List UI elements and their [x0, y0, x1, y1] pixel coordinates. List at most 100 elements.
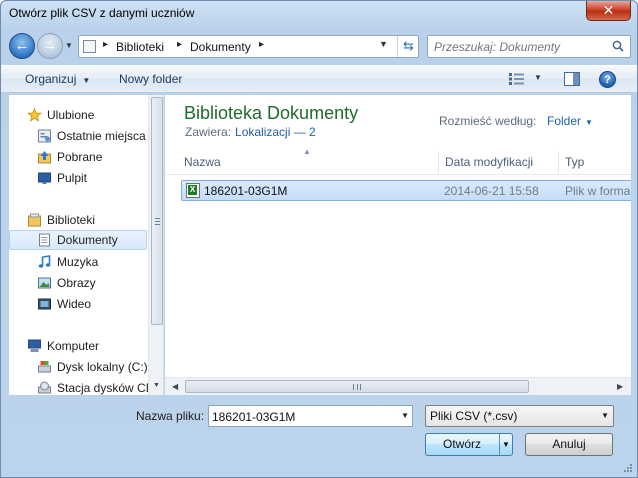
horizontal-scrollbar[interactable]: ◀ ▶	[165, 377, 631, 395]
file-type-filter-select[interactable]: Pliki CSV (*.csv) ▼	[425, 405, 614, 427]
open-button[interactable]: Otwórz ▼	[425, 433, 513, 456]
search-box[interactable]	[427, 35, 631, 58]
view-options-dropdown[interactable]: ▼	[534, 73, 542, 82]
sidebar-item-dokumenty[interactable]: Dokumenty	[9, 230, 147, 250]
grip-icon	[353, 384, 361, 390]
split-divider	[499, 434, 500, 455]
scrollbar-thumb[interactable]	[151, 97, 163, 325]
sidebar-item-stacja-cd[interactable]: Stacja dysków CD	[9, 378, 154, 395]
address-history-dropdown[interactable]: ▼	[379, 39, 388, 49]
back-button[interactable]: ←	[9, 33, 35, 59]
documents-icon	[39, 233, 50, 247]
open-options-dropdown-icon[interactable]: ▼	[502, 434, 510, 455]
pictures-icon	[38, 277, 51, 289]
libraries-icon	[28, 213, 41, 227]
star-icon	[27, 108, 42, 122]
column-divider[interactable]	[438, 151, 439, 173]
chevron-down-icon: ▼	[601, 411, 609, 420]
sidebar-item-komputer[interactable]: Komputer	[9, 336, 147, 356]
breadcrumb-separator-icon[interactable]: ▸	[177, 39, 182, 50]
breadcrumb-separator-icon[interactable]: ▸	[103, 39, 108, 50]
column-header-modified[interactable]: Data modyfikacji	[445, 155, 533, 169]
breadcrumb-biblioteki[interactable]: Biblioteki	[116, 40, 164, 54]
sidebar-item-label: Biblioteki	[47, 213, 96, 227]
change-view-icon[interactable]	[509, 73, 525, 85]
chevron-down-icon[interactable]: ▼	[401, 411, 409, 420]
organize-menu[interactable]: Organizuj ▼	[25, 72, 90, 86]
chevron-down-icon: ▼	[65, 41, 73, 50]
sidebar-item-ostatnie-miejsca[interactable]: Ostatnie miejsca	[9, 126, 147, 146]
help-icon[interactable]: ?	[599, 71, 616, 88]
open-file-dialog: Otwórz plik CSV z danymi uczniów ✕ ← → ▼…	[0, 0, 638, 478]
grip-icon	[155, 218, 160, 225]
locations-link[interactable]: Lokalizacji — 2	[235, 125, 316, 139]
downloads-icon	[38, 151, 51, 164]
sidebar-item-pulpit[interactable]: Pulpit	[9, 168, 147, 188]
local-disk-icon	[38, 361, 51, 373]
scroll-right-arrow-icon[interactable]: ▶	[617, 382, 623, 391]
filename-input[interactable]	[212, 409, 392, 424]
forward-button[interactable]: →	[37, 33, 63, 59]
close-button[interactable]: ✕	[586, 1, 631, 21]
breadcrumb-separator-icon[interactable]: ▸	[259, 39, 264, 50]
refresh-button[interactable]: ⇆	[397, 36, 419, 57]
preview-pane-icon[interactable]	[564, 72, 580, 86]
column-header-type[interactable]: Typ	[565, 155, 584, 169]
sidebar-item-label: Komputer	[47, 339, 100, 353]
new-folder-button[interactable]: Nowy folder	[119, 72, 182, 86]
column-headers: ▲ Nazwa Data modyfikacji Typ	[165, 147, 631, 175]
sidebar-item-label: Dysk lokalny (C:)	[57, 360, 148, 374]
recent-pages-dropdown[interactable]: ▼	[65, 41, 75, 51]
sidebar-item-pobrane[interactable]: Pobrane	[9, 147, 147, 167]
table-row[interactable]: 186201-03G1M 2014-06-21 15:58 Plik w for…	[181, 180, 631, 201]
sidebar-item-label: Obrazy	[57, 276, 96, 290]
refresh-icon: ⇆	[403, 38, 414, 53]
file-type-filter-value: Pliki CSV (*.csv)	[430, 409, 518, 423]
forward-arrow-icon: →	[42, 37, 58, 54]
sidebar-vertical-scrollbar[interactable]: ▼	[148, 95, 163, 395]
sidebar-item-dysk-lokalny[interactable]: Dysk lokalny (C:)	[9, 357, 148, 377]
scroll-down-arrow-icon[interactable]: ▼	[153, 382, 160, 389]
sidebar-item-label: Ulubione	[47, 108, 95, 122]
arrange-by-value: Folder	[547, 114, 582, 128]
navigation-pane: Ulubione Ostatnie miejsca Pobrane Pulpit…	[9, 95, 164, 395]
sidebar-item-obrazy[interactable]: Obrazy	[9, 273, 147, 293]
breadcrumb-dokumenty[interactable]: Dokumenty	[190, 40, 251, 54]
computer-icon	[28, 339, 41, 352]
filename-label: Nazwa pliku:	[136, 409, 205, 423]
cancel-button[interactable]: Anuluj	[525, 433, 613, 456]
includes-label: Zawiera:	[185, 125, 232, 139]
filename-combobox[interactable]: ▼	[208, 405, 413, 427]
scrollbar-thumb[interactable]	[185, 380, 529, 393]
desktop-icon	[38, 172, 51, 184]
title-bar: Otwórz plik CSV z danymi uczniów ✕	[1, 1, 637, 29]
search-icon[interactable]	[612, 40, 624, 52]
file-list-pane: Biblioteka Dokumenty Zawiera: Lokalizacji…	[165, 95, 631, 395]
sidebar-item-label: Ostatnie miejsca	[57, 129, 146, 143]
sidebar-item-biblioteki[interactable]: Biblioteki	[9, 210, 147, 230]
chevron-down-icon: ▼	[585, 118, 593, 127]
arrange-by-dropdown[interactable]: Folder ▼	[547, 114, 593, 128]
music-icon	[38, 255, 51, 268]
sidebar-item-ulubione[interactable]: Ulubione	[9, 105, 147, 125]
sidebar-item-label: Muzyka	[57, 255, 99, 269]
sidebar-item-label: Pobrane	[57, 150, 103, 164]
column-header-name[interactable]: Nazwa	[184, 155, 221, 169]
back-arrow-icon: ←	[14, 37, 30, 54]
open-button-label: Otwórz	[442, 437, 481, 451]
sidebar-item-wideo[interactable]: Wideo	[9, 294, 147, 314]
library-folder-icon	[83, 40, 96, 53]
sidebar-item-muzyka[interactable]: Muzyka	[9, 252, 147, 272]
excel-csv-file-icon	[186, 183, 200, 198]
scroll-left-arrow-icon[interactable]: ◀	[172, 382, 178, 391]
resize-grip-icon[interactable]	[623, 463, 633, 473]
sidebar-item-label: Dokumenty	[57, 233, 118, 247]
column-divider[interactable]	[558, 151, 559, 173]
file-name: 186201-03G1M	[204, 184, 288, 198]
organize-label: Organizuj	[25, 72, 77, 86]
command-toolbar: Organizuj ▼ Nowy folder ▼ ?	[1, 65, 637, 93]
address-bar[interactable]: ▸ Biblioteki ▸ Dokumenty ▸ ▼ ⇆	[78, 35, 419, 58]
chevron-down-icon: ▼	[82, 76, 91, 85]
file-modified: 2014-06-21 15:58	[444, 184, 539, 198]
search-input[interactable]	[434, 39, 604, 55]
